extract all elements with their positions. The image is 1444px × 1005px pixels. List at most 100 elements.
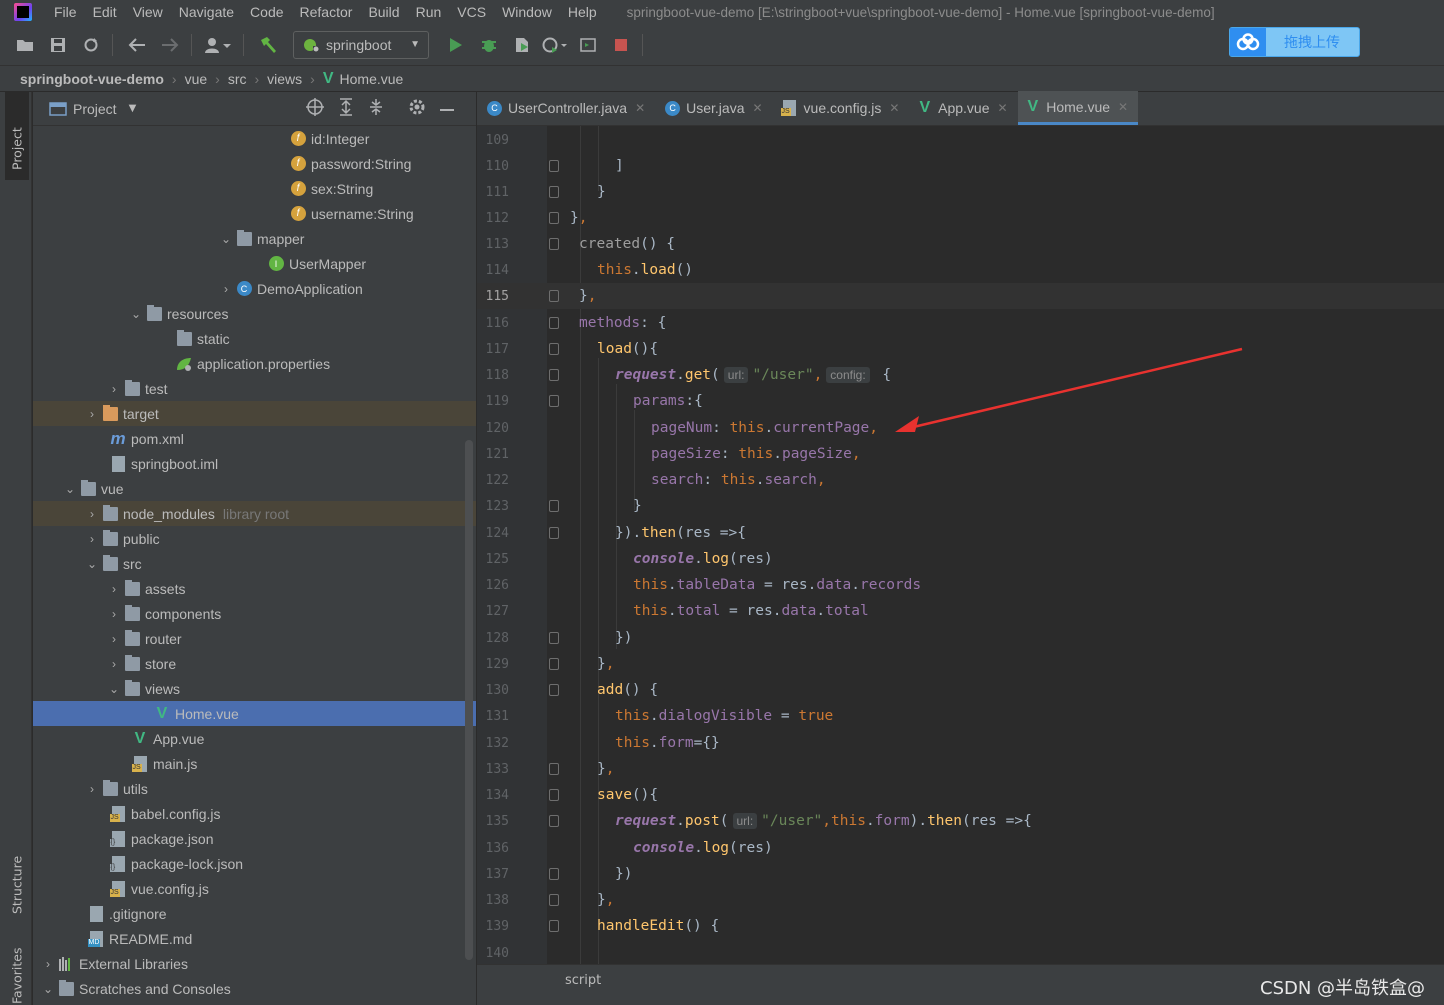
run-with-coverage-icon[interactable] bbox=[507, 30, 537, 60]
back-arrow-icon[interactable] bbox=[122, 30, 152, 60]
fold-marker-icon[interactable] bbox=[549, 527, 559, 539]
menu-file[interactable]: File bbox=[46, 4, 85, 20]
tree-item-selected[interactable]: V Home.vue bbox=[33, 701, 476, 726]
chevron-down-icon[interactable]: ⌄ bbox=[41, 982, 55, 996]
menu-build[interactable]: Build bbox=[360, 4, 407, 20]
fold-marker-icon[interactable] bbox=[549, 160, 559, 172]
chevron-right-icon[interactable]: › bbox=[41, 957, 55, 971]
fold-marker-icon[interactable] bbox=[549, 290, 559, 302]
structure-breadcrumb[interactable]: script bbox=[565, 973, 601, 988]
tree-item[interactable]: › store bbox=[33, 651, 476, 676]
tab-usercontroller[interactable]: C UserController.java ✕ bbox=[477, 91, 655, 125]
chevron-right-icon[interactable]: › bbox=[107, 657, 121, 671]
chevron-right-icon[interactable]: › bbox=[85, 507, 99, 521]
tree-item[interactable]: static bbox=[33, 326, 476, 351]
tree-item[interactable]: › target bbox=[33, 401, 476, 426]
chevron-right-icon[interactable]: › bbox=[107, 382, 121, 396]
tree-item[interactable]: › components bbox=[33, 601, 476, 626]
chevron-right-icon[interactable]: › bbox=[85, 407, 99, 421]
tree-item[interactable]: ⌄ Scratches and Consoles bbox=[33, 976, 476, 1001]
tree-item[interactable]: ⌄ vue bbox=[33, 476, 476, 501]
profiler-icon[interactable] bbox=[540, 30, 570, 60]
chevron-right-icon[interactable]: › bbox=[107, 582, 121, 596]
attach-debugger-icon[interactable] bbox=[573, 30, 603, 60]
project-tool-tab[interactable]: Project bbox=[6, 100, 28, 170]
tree-item[interactable]: ⌄ resources bbox=[33, 301, 476, 326]
fold-marker-icon[interactable] bbox=[549, 500, 559, 512]
tree-item[interactable]: ⌄ views bbox=[33, 676, 476, 701]
chevron-right-icon[interactable]: › bbox=[85, 782, 99, 796]
tree-item[interactable]: f sex:String bbox=[33, 176, 476, 201]
chevron-down-icon[interactable]: ⌄ bbox=[63, 482, 77, 496]
breadcrumb-project[interactable]: springboot-vue-demo bbox=[20, 71, 164, 87]
tree-item[interactable]: f id:Integer bbox=[33, 126, 476, 151]
debug-icon[interactable] bbox=[474, 30, 504, 60]
close-icon[interactable]: ✕ bbox=[1118, 100, 1128, 114]
tree-item[interactable]: {} package-lock.json bbox=[33, 851, 476, 876]
tree-item[interactable]: ⌄ src bbox=[33, 551, 476, 576]
tab-app-vue[interactable]: V App.vue ✕ bbox=[909, 91, 1017, 125]
tree-item[interactable]: JS vue.config.js bbox=[33, 876, 476, 901]
chevron-down-icon[interactable]: ⌄ bbox=[129, 307, 143, 321]
chevron-right-icon[interactable]: › bbox=[219, 282, 233, 296]
fold-marker-icon[interactable] bbox=[549, 658, 559, 670]
tree-item[interactable]: › node_modules library root bbox=[33, 501, 476, 526]
stop-icon[interactable] bbox=[606, 30, 636, 60]
run-configuration-select[interactable]: springboot ▼ bbox=[293, 30, 429, 59]
menu-window[interactable]: Window bbox=[494, 4, 560, 20]
chevron-down-icon[interactable]: ▼ bbox=[129, 103, 137, 114]
tree-item[interactable]: MD README.md bbox=[33, 926, 476, 951]
fold-marker-icon[interactable] bbox=[549, 920, 559, 932]
run-icon[interactable] bbox=[441, 30, 471, 60]
tree-item[interactable]: › assets bbox=[33, 576, 476, 601]
chevron-down-icon[interactable]: ⌄ bbox=[219, 232, 233, 246]
code-editor[interactable]: 109 110] 111} 112}, 113 created() { 114th… bbox=[477, 126, 1444, 964]
tree-item[interactable]: application.properties bbox=[33, 351, 476, 376]
close-icon[interactable]: ✕ bbox=[889, 101, 899, 115]
fold-marker-icon[interactable] bbox=[549, 238, 559, 250]
fold-marker-icon[interactable] bbox=[549, 684, 559, 696]
fold-marker-icon[interactable] bbox=[549, 395, 559, 407]
chevron-down-icon[interactable]: ⌄ bbox=[107, 682, 121, 696]
tab-vue-config[interactable]: JS vue.config.js ✕ bbox=[773, 91, 910, 125]
fold-marker-icon[interactable] bbox=[549, 894, 559, 906]
tree-item[interactable]: › utils bbox=[33, 776, 476, 801]
tree-item[interactable]: springboot.iml bbox=[33, 451, 476, 476]
fold-marker-icon[interactable] bbox=[549, 186, 559, 198]
locate-icon[interactable] bbox=[306, 97, 325, 120]
save-all-icon[interactable] bbox=[43, 30, 73, 60]
favorites-tool-tab[interactable]: Favorites bbox=[6, 940, 28, 1004]
breadcrumb-src[interactable]: src bbox=[228, 71, 247, 87]
tree-item[interactable]: JS main.js bbox=[33, 751, 476, 776]
fold-marker-icon[interactable] bbox=[549, 317, 559, 329]
tab-home-vue[interactable]: V Home.vue ✕ bbox=[1017, 91, 1139, 125]
fold-marker-icon[interactable] bbox=[549, 212, 559, 224]
fold-marker-icon[interactable] bbox=[549, 789, 559, 801]
tree-item[interactable]: I UserMapper bbox=[33, 251, 476, 276]
breadcrumb-views[interactable]: views bbox=[267, 71, 302, 87]
expand-all-icon[interactable] bbox=[338, 97, 354, 120]
sync-icon[interactable] bbox=[76, 30, 106, 60]
fold-marker-icon[interactable] bbox=[549, 868, 559, 880]
hide-panel-icon[interactable] bbox=[440, 101, 455, 116]
tree-item[interactable]: ⌄ mapper bbox=[33, 226, 476, 251]
tree-item[interactable]: JS babel.config.js bbox=[33, 801, 476, 826]
close-icon[interactable]: ✕ bbox=[997, 101, 1007, 115]
menu-edit[interactable]: Edit bbox=[85, 4, 125, 20]
tree-item[interactable]: › public bbox=[33, 526, 476, 551]
menu-refactor[interactable]: Refactor bbox=[292, 4, 361, 20]
fold-marker-icon[interactable] bbox=[549, 815, 559, 827]
forward-arrow-icon[interactable] bbox=[155, 30, 185, 60]
chevron-right-icon[interactable]: › bbox=[107, 632, 121, 646]
project-tree-scrollbar[interactable] bbox=[465, 440, 473, 960]
fold-marker-icon[interactable] bbox=[549, 343, 559, 355]
chevron-right-icon[interactable]: › bbox=[85, 532, 99, 546]
menu-run[interactable]: Run bbox=[408, 4, 450, 20]
menu-code[interactable]: Code bbox=[242, 4, 291, 20]
collapse-all-icon[interactable] bbox=[368, 98, 384, 120]
vcs-user-icon[interactable] bbox=[201, 30, 237, 60]
project-panel-title[interactable]: Project bbox=[73, 101, 117, 117]
open-folder-icon[interactable] bbox=[10, 30, 40, 60]
chevron-down-icon[interactable]: ⌄ bbox=[85, 557, 99, 571]
tree-item[interactable]: › C DemoApplication bbox=[33, 276, 476, 301]
